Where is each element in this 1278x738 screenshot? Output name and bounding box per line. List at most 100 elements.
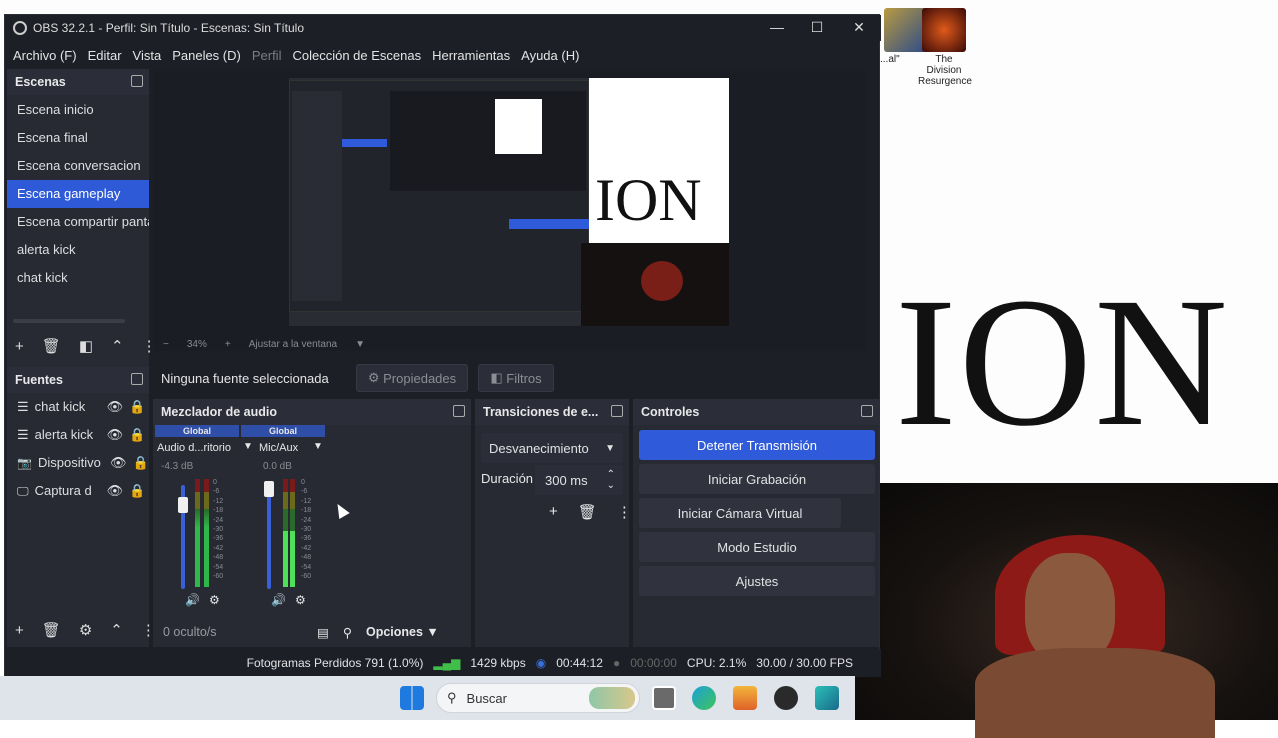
fit-window-select[interactable]: Ajustar a la ventana bbox=[249, 339, 337, 350]
chevron-down-icon[interactable]: ▼ bbox=[355, 339, 365, 350]
minimize-button[interactable]: — bbox=[767, 19, 787, 35]
sources-dock: Fuentes ☰ chat kick 👁 🔒 ☰ alerta kick 👁 🔒 … bbox=[7, 367, 156, 647]
chevron-down-icon[interactable]: ▼ bbox=[313, 441, 323, 452]
add-icon[interactable]: + bbox=[15, 622, 24, 639]
mixer-footer: 0 oculto/s ▤ ⚲ Opciones ▼ bbox=[153, 617, 471, 647]
scene-item[interactable]: alerta kick bbox=[7, 236, 149, 264]
sources-toolbar: + 🗑 ⚙ ⌃ ⋮ bbox=[7, 615, 156, 645]
filters-button[interactable]: ◧ Filtros bbox=[478, 364, 554, 392]
trash-icon[interactable]: 🗑 bbox=[42, 337, 61, 355]
channel-name[interactable]: Audio d...ritorio bbox=[157, 442, 243, 454]
properties-button[interactable]: ⚙ Propiedades bbox=[356, 364, 468, 392]
preview-person bbox=[641, 261, 683, 301]
mixer-settings-icon[interactable]: ⚙ bbox=[209, 593, 220, 607]
edge-icon[interactable] bbox=[692, 686, 716, 710]
source-item[interactable]: ☰ chat kick 👁 🔒 bbox=[7, 393, 149, 421]
scene-item[interactable]: chat kick bbox=[7, 264, 149, 292]
float-icon[interactable] bbox=[611, 405, 623, 417]
eye-icon[interactable]: 👁 bbox=[107, 477, 124, 505]
app-taskbar-icon[interactable] bbox=[815, 686, 839, 710]
close-button[interactable]: ✕ bbox=[849, 19, 869, 36]
sources-header: Fuentes bbox=[7, 367, 149, 393]
menu-perfil[interactable]: Perfil bbox=[252, 48, 282, 63]
link-icon[interactable]: ⚲ bbox=[343, 625, 352, 640]
dropped-frames: Fotogramas Perdidos 791 (1.0%) bbox=[246, 656, 424, 670]
move-up-icon[interactable]: ⌃ bbox=[110, 621, 123, 639]
eye-icon[interactable]: 👁 bbox=[110, 449, 127, 477]
obs-taskbar-icon[interactable] bbox=[774, 686, 798, 710]
menu-vista[interactable]: Vista bbox=[133, 48, 162, 63]
start-record-button[interactable]: Iniciar Grabación bbox=[639, 464, 875, 494]
trash-icon[interactable]: 🗑 bbox=[42, 621, 61, 639]
eye-icon[interactable]: 👁 bbox=[107, 393, 124, 421]
menu-paneles[interactable]: Paneles (D) bbox=[172, 48, 241, 63]
zoom-in-icon[interactable]: + bbox=[225, 339, 231, 350]
menu-ayuda[interactable]: Ayuda (H) bbox=[521, 48, 579, 63]
spin-arrows-icon[interactable]: ⌃ ⌄ bbox=[607, 469, 615, 491]
scene-item[interactable]: Escena final bbox=[7, 124, 149, 152]
virtual-camera-button[interactable]: Iniciar Cámara Virtual bbox=[639, 498, 841, 528]
source-item[interactable]: 🖵 Captura d 👁 🔒 bbox=[7, 477, 149, 505]
transition-select[interactable]: Desvanecimiento ▼ bbox=[481, 433, 623, 463]
eye-icon[interactable]: 👁 bbox=[107, 421, 124, 449]
volume-slider-track[interactable] bbox=[267, 485, 271, 589]
source-item[interactable]: 📷 Dispositivo 👁 🔒 bbox=[7, 449, 149, 477]
maximize-button[interactable]: ☐ bbox=[807, 19, 827, 36]
window-title: OBS 32.2.1 - Perfil: Sin Título - Escena… bbox=[33, 21, 305, 35]
transitions-title: Transiciones de e... bbox=[483, 405, 599, 419]
float-icon[interactable] bbox=[131, 373, 143, 385]
store-icon[interactable] bbox=[733, 686, 757, 710]
lock-icon[interactable]: 🔒 bbox=[132, 449, 148, 477]
mixer-settings-icon[interactable]: ⚙ bbox=[295, 593, 306, 607]
menu-archivo[interactable]: Archivo (F) bbox=[13, 48, 77, 63]
move-up-icon[interactable]: ⌃ bbox=[111, 337, 124, 355]
taskbar-search[interactable]: ⚲ Buscar bbox=[436, 683, 640, 713]
transitions-header: Transiciones de e... bbox=[475, 399, 629, 425]
add-icon[interactable]: + bbox=[549, 503, 558, 521]
preview-canvas[interactable]: ION bbox=[289, 78, 729, 326]
scenes-scrollbar[interactable] bbox=[13, 319, 125, 323]
speaker-icon[interactable]: 🔊 bbox=[185, 593, 200, 607]
menu-herramientas[interactable]: Herramientas bbox=[432, 48, 510, 63]
float-icon[interactable] bbox=[861, 405, 873, 417]
add-icon[interactable]: + bbox=[15, 338, 24, 355]
scene-item[interactable]: Escena conversacion bbox=[7, 152, 149, 180]
no-source-label: Ninguna fuente seleccionada bbox=[161, 370, 329, 386]
more-icon[interactable]: ⋮ bbox=[617, 503, 632, 521]
settings-button[interactable]: Ajustes bbox=[639, 566, 875, 596]
duration-value: 300 ms bbox=[545, 472, 588, 488]
float-icon[interactable] bbox=[131, 75, 143, 87]
desktop-icon-label: The Division Resurgence bbox=[918, 54, 972, 87]
windows-start-icon[interactable] bbox=[400, 686, 424, 710]
scene-item-selected[interactable]: Escena gameplay bbox=[7, 180, 149, 208]
zoom-out-icon[interactable]: − bbox=[163, 339, 169, 350]
menu-coleccion[interactable]: Colección de Escenas bbox=[292, 48, 421, 63]
options-button[interactable]: Opciones ▼ bbox=[366, 625, 439, 639]
lock-icon[interactable]: 🔒 bbox=[129, 421, 145, 449]
filter-icon[interactable]: ◧ bbox=[79, 337, 93, 355]
camera-icon: 📷 bbox=[17, 456, 32, 470]
filter-icon: ◧ bbox=[490, 370, 507, 385]
task-view-icon[interactable] bbox=[652, 686, 676, 710]
studio-mode-button[interactable]: Modo Estudio bbox=[639, 532, 875, 562]
trash-icon[interactable]: 🗑 bbox=[578, 503, 597, 521]
scene-item[interactable]: Escena inicio bbox=[7, 96, 149, 124]
float-icon[interactable] bbox=[453, 405, 465, 417]
list-view-icon[interactable]: ▤ bbox=[317, 625, 329, 640]
lock-icon[interactable]: 🔒 bbox=[129, 477, 145, 505]
desktop-icon-division[interactable]: The Division Resurgence bbox=[918, 8, 972, 87]
stop-stream-button[interactable]: Detener Transmisión bbox=[639, 430, 875, 460]
volume-slider-handle[interactable] bbox=[264, 481, 274, 497]
scenes-dock: Escenas Escena inicio Escena final Escen… bbox=[7, 69, 157, 374]
gear-icon[interactable]: ⚙ bbox=[79, 621, 92, 639]
channel-name[interactable]: Mic/Aux bbox=[259, 442, 315, 454]
duration-spinbox[interactable]: 300 ms ⌃ ⌄ bbox=[535, 465, 623, 495]
chevron-down-icon[interactable]: ▼ bbox=[243, 441, 253, 452]
lock-icon[interactable]: 🔒 bbox=[129, 393, 145, 421]
speaker-icon[interactable]: 🔊 bbox=[271, 593, 286, 607]
source-item[interactable]: ☰ alerta kick 👁 🔒 bbox=[7, 421, 149, 449]
scene-item[interactable]: Escena compartir pantalla bbox=[7, 208, 149, 236]
volume-slider-handle[interactable] bbox=[178, 497, 188, 513]
tick: -60 bbox=[301, 573, 312, 581]
menu-editar[interactable]: Editar bbox=[88, 48, 122, 63]
